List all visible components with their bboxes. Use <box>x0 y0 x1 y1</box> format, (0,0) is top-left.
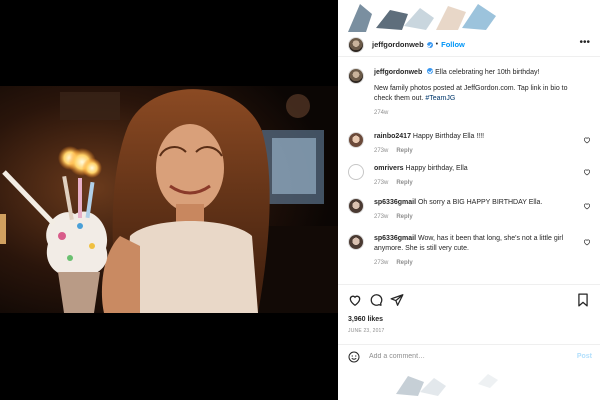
comment-age: 273w <box>374 260 389 266</box>
comment-text: Oh sorry a BIG HAPPY BIRTHDAY Ella. <box>417 199 543 206</box>
add-comment-bar: Post <box>338 344 600 368</box>
comment-like-heart-icon[interactable] <box>583 136 591 144</box>
comment-age: 273w <box>374 180 389 186</box>
author-username[interactable]: jeffgordonweb <box>372 40 424 49</box>
post-date: JUNE 23, 2017 <box>348 328 385 334</box>
emoji-icon[interactable] <box>348 351 360 363</box>
comment-username[interactable]: sp6336gmail <box>374 235 416 242</box>
comment-username[interactable]: omrivers <box>374 165 404 172</box>
hashtag-link[interactable]: #TeamJG <box>425 95 455 102</box>
commenter-avatar[interactable] <box>348 198 364 214</box>
comment-icon[interactable] <box>369 293 383 307</box>
comment-text: Happy Birthday Ella !!!! <box>412 133 485 140</box>
abstract-shapes-icon <box>348 4 496 32</box>
post-comment-button[interactable]: Post <box>577 353 592 360</box>
follow-button[interactable]: Follow <box>441 40 465 49</box>
comment-like-heart-icon[interactable] <box>583 202 591 210</box>
verified-badge-icon <box>427 68 434 74</box>
comment-username[interactable]: sp6336gmail <box>374 199 416 206</box>
verified-badge-icon <box>426 41 433 48</box>
comment-input[interactable] <box>369 353 559 360</box>
commenter-avatar[interactable] <box>348 234 364 250</box>
comments-list[interactable]: jeffgordonweb Ella celebrating her 10th … <box>338 62 600 284</box>
birthday-photo-image <box>0 86 338 313</box>
caption-username[interactable]: jeffgordonweb <box>374 69 422 76</box>
reply-button[interactable]: Reply <box>396 148 412 154</box>
media-pane <box>0 0 338 400</box>
more-options-icon[interactable]: ••• <box>579 38 590 48</box>
decorative-bottom-strip <box>338 370 600 400</box>
caption-text: Ella celebrating her 10th birthday! <box>435 69 540 76</box>
comment-text: Happy birthday, Ella <box>405 165 468 172</box>
reply-button[interactable]: Reply <box>396 214 412 220</box>
post-actions-bar: 3,960 likes JUNE 23, 2017 <box>338 284 600 344</box>
abstract-shapes-icon <box>396 374 498 396</box>
comment-like-heart-icon[interactable] <box>583 238 591 246</box>
commenter-avatar[interactable] <box>348 164 364 180</box>
bookmark-icon[interactable] <box>576 293 590 307</box>
comment-like-heart-icon[interactable] <box>583 168 591 176</box>
heart-icon[interactable] <box>348 293 362 307</box>
reply-button[interactable]: Reply <box>396 260 412 266</box>
post-header: jeffgordonweb • Follow ••• <box>338 33 600 57</box>
reply-button[interactable]: Reply <box>396 180 412 186</box>
author-avatar[interactable] <box>348 36 364 53</box>
comment-age: 273w <box>374 148 389 154</box>
decorative-top-strip <box>338 0 600 32</box>
comment-username[interactable]: rainbo2417 <box>374 133 411 140</box>
caption-age: 274w <box>374 110 389 116</box>
post-details-panel: jeffgordonweb • Follow ••• jeffgordonweb… <box>338 0 600 400</box>
post-photo[interactable] <box>0 86 338 313</box>
header-separator: • <box>435 41 439 48</box>
comment-age: 273w <box>374 214 389 220</box>
caption-extra-text: New family photos posted at JeffGordon.c… <box>374 85 568 102</box>
caption-avatar[interactable] <box>348 68 364 84</box>
likes-count[interactable]: 3,960 likes <box>348 316 383 323</box>
share-icon[interactable] <box>390 293 404 307</box>
commenter-avatar[interactable] <box>348 132 364 148</box>
